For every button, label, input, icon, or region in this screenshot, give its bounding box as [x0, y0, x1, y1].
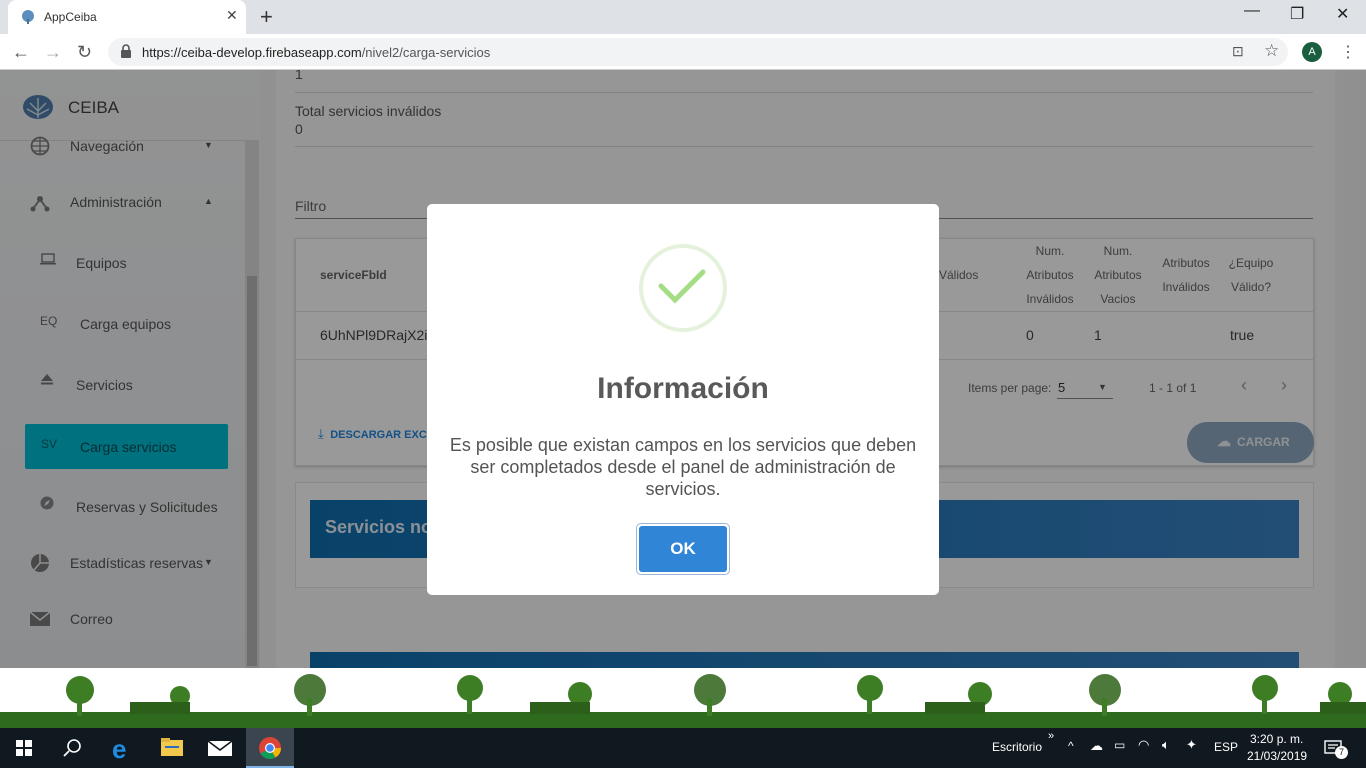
- windows-start-icon[interactable]: [0, 728, 48, 768]
- profile-avatar[interactable]: A: [1302, 42, 1322, 62]
- notification-badge: 7: [1335, 746, 1348, 759]
- show-hidden-icons-icon[interactable]: ^: [1068, 739, 1074, 753]
- restore-icon[interactable]: ❐: [1290, 4, 1304, 24]
- success-circle: [639, 244, 727, 332]
- language-indicator[interactable]: ESP: [1214, 740, 1238, 754]
- dialog-message: Es posible que existan campos en los ser…: [449, 435, 917, 499]
- wifi-icon[interactable]: ◠: [1138, 737, 1149, 753]
- clock-time[interactable]: 3:20 p. m.: [1250, 732, 1303, 746]
- ok-button[interactable]: OK: [636, 523, 730, 575]
- translate-icon[interactable]: ⊡: [1232, 43, 1244, 60]
- double-chevron-icon[interactable]: »: [1048, 730, 1054, 742]
- search-icon[interactable]: [48, 728, 96, 768]
- forward-icon[interactable]: →: [44, 42, 62, 63]
- dialog-title: Información: [597, 372, 769, 405]
- edge-browser-icon[interactable]: e: [98, 728, 146, 768]
- tab-title: AppCeiba: [44, 10, 97, 24]
- mail-app-icon[interactable]: [196, 728, 244, 768]
- onedrive-cloud-icon[interactable]: ☁: [1090, 738, 1103, 754]
- menu-kebab-icon[interactable]: ⋮: [1340, 42, 1356, 62]
- lock-icon: [121, 44, 131, 58]
- ok-button-label: OK: [639, 526, 727, 572]
- taskbar: e Escritorio » ^ ☁ ▭ ◠ 🔈︎ ✦ ESP 3:20 p. …: [0, 728, 1366, 768]
- file-explorer-icon[interactable]: [148, 728, 196, 768]
- new-tab-icon[interactable]: +: [260, 4, 273, 30]
- clock-date[interactable]: 21/03/2019: [1247, 749, 1307, 763]
- back-icon[interactable]: ←: [12, 42, 30, 63]
- bookmark-star-icon[interactable]: ☆: [1264, 41, 1279, 61]
- minimize-icon[interactable]: —: [1244, 2, 1260, 20]
- tab-close-icon[interactable]: ✕: [226, 7, 238, 24]
- checkmark-icon: [658, 269, 706, 304]
- svg-text:e: e: [112, 734, 126, 764]
- app-page: CEIBA Navegación ▼ ▲ Administración ▲ Eq…: [0, 70, 1366, 668]
- desktop-wallpaper: [0, 668, 1366, 728]
- window-close-icon[interactable]: ✕: [1336, 4, 1349, 24]
- browser-tab-strip: AppCeiba ✕ + — ❐ ✕: [0, 0, 1366, 34]
- url-input[interactable]: https://ceiba-develop.firebaseapp.com/ni…: [108, 38, 1288, 66]
- chrome-taskbar-button[interactable]: [246, 728, 294, 768]
- url-text: https://ceiba-develop.firebaseapp.com/ni…: [142, 45, 491, 60]
- chrome-icon: [259, 737, 281, 759]
- browser-tab[interactable]: AppCeiba ✕: [8, 0, 246, 34]
- reload-icon[interactable]: ↻: [77, 42, 92, 63]
- forest-silhouette: [0, 674, 1366, 728]
- address-bar-row: ← → ↻ https://ceiba-develop.firebaseapp.…: [0, 34, 1366, 70]
- action-center-button[interactable]: 7: [1318, 736, 1348, 760]
- volume-icon[interactable]: 🔈︎: [1162, 737, 1170, 753]
- info-dialog: Información Es posible que existan campo…: [427, 204, 939, 595]
- desktop-toolbar-label[interactable]: Escritorio: [992, 740, 1042, 754]
- battery-icon[interactable]: ▭: [1114, 738, 1125, 752]
- tree-favicon-icon: [22, 10, 34, 24]
- dropbox-icon[interactable]: ✦: [1186, 737, 1197, 753]
